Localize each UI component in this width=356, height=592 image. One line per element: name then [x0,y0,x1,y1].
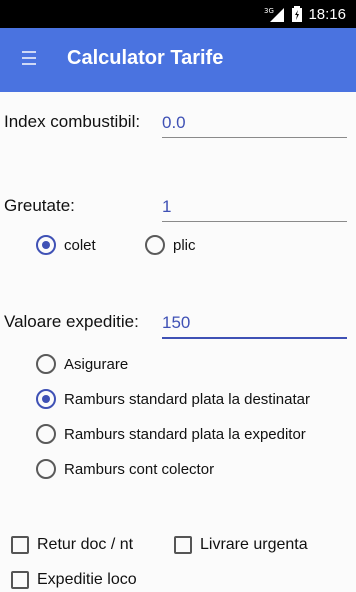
radio-unselected-icon [36,424,56,444]
radio-unselected-icon [36,354,56,374]
checkbox-icon [11,571,29,589]
value-field[interactable]: 150 [162,307,347,339]
option-label: Ramburs cont colector [64,460,215,478]
option-ramburs-expeditor-radio[interactable]: Ramburs standard plata la expeditor [36,424,306,444]
checkbox-label: Expeditie loco [37,571,137,588]
radio-label-plic: plic [173,236,196,254]
option-ramburs-destinatar-radio[interactable]: Ramburs standard plata la destinatar [36,389,310,409]
weight-field[interactable]: 1 [162,191,347,222]
retur-doc-checkbox[interactable]: Retur doc / nt [11,536,133,554]
option-ramburs-colector-radio[interactable]: Ramburs cont colector [36,459,214,479]
app-bar: Calculator Tarife [0,28,356,92]
radio-unselected-icon [36,459,56,479]
weight-label: Greutate: [4,196,75,215]
value-value: 150 [162,313,191,332]
signal-3g-icon: 3G [264,7,285,22]
status-bar: 3G 18:16 [0,0,356,28]
clock: 18:16 [308,5,346,23]
option-label: Asigurare [64,355,129,373]
hamburger-menu-icon[interactable] [22,51,36,69]
radio-selected-icon [36,389,56,409]
package-colet-radio[interactable]: colet [36,235,96,255]
option-label: Ramburs standard plata la expeditor [64,425,306,443]
checkbox-label: Livrare urgenta [200,536,308,553]
index-value: 0.0 [162,113,186,132]
weight-value: 1 [162,197,172,216]
livrare-urgenta-checkbox[interactable]: Livrare urgenta [174,536,308,554]
checkbox-icon [11,536,29,554]
svg-text:3G: 3G [264,7,274,15]
expeditie-loco-checkbox[interactable]: Expeditie loco [11,571,137,589]
value-label: Valoare expeditie: [4,312,139,331]
app-title: Calculator Tarife [67,47,224,69]
radio-label-colet: colet [64,236,96,254]
package-plic-radio[interactable]: plic [145,235,196,255]
index-field[interactable]: 0.0 [162,107,347,138]
battery-charging-icon [292,6,303,22]
index-label: Index combustibil: [4,112,141,131]
form-content: Index combustibil: 0.0 Greutate: 1 colet… [0,92,356,592]
option-asigurare-radio[interactable]: Asigurare [36,354,128,374]
radio-unselected-icon [145,235,165,255]
checkbox-icon [174,536,192,554]
option-label: Ramburs standard plata la destinatar [64,390,310,408]
radio-selected-icon [36,235,56,255]
checkbox-label: Retur doc / nt [37,536,134,553]
